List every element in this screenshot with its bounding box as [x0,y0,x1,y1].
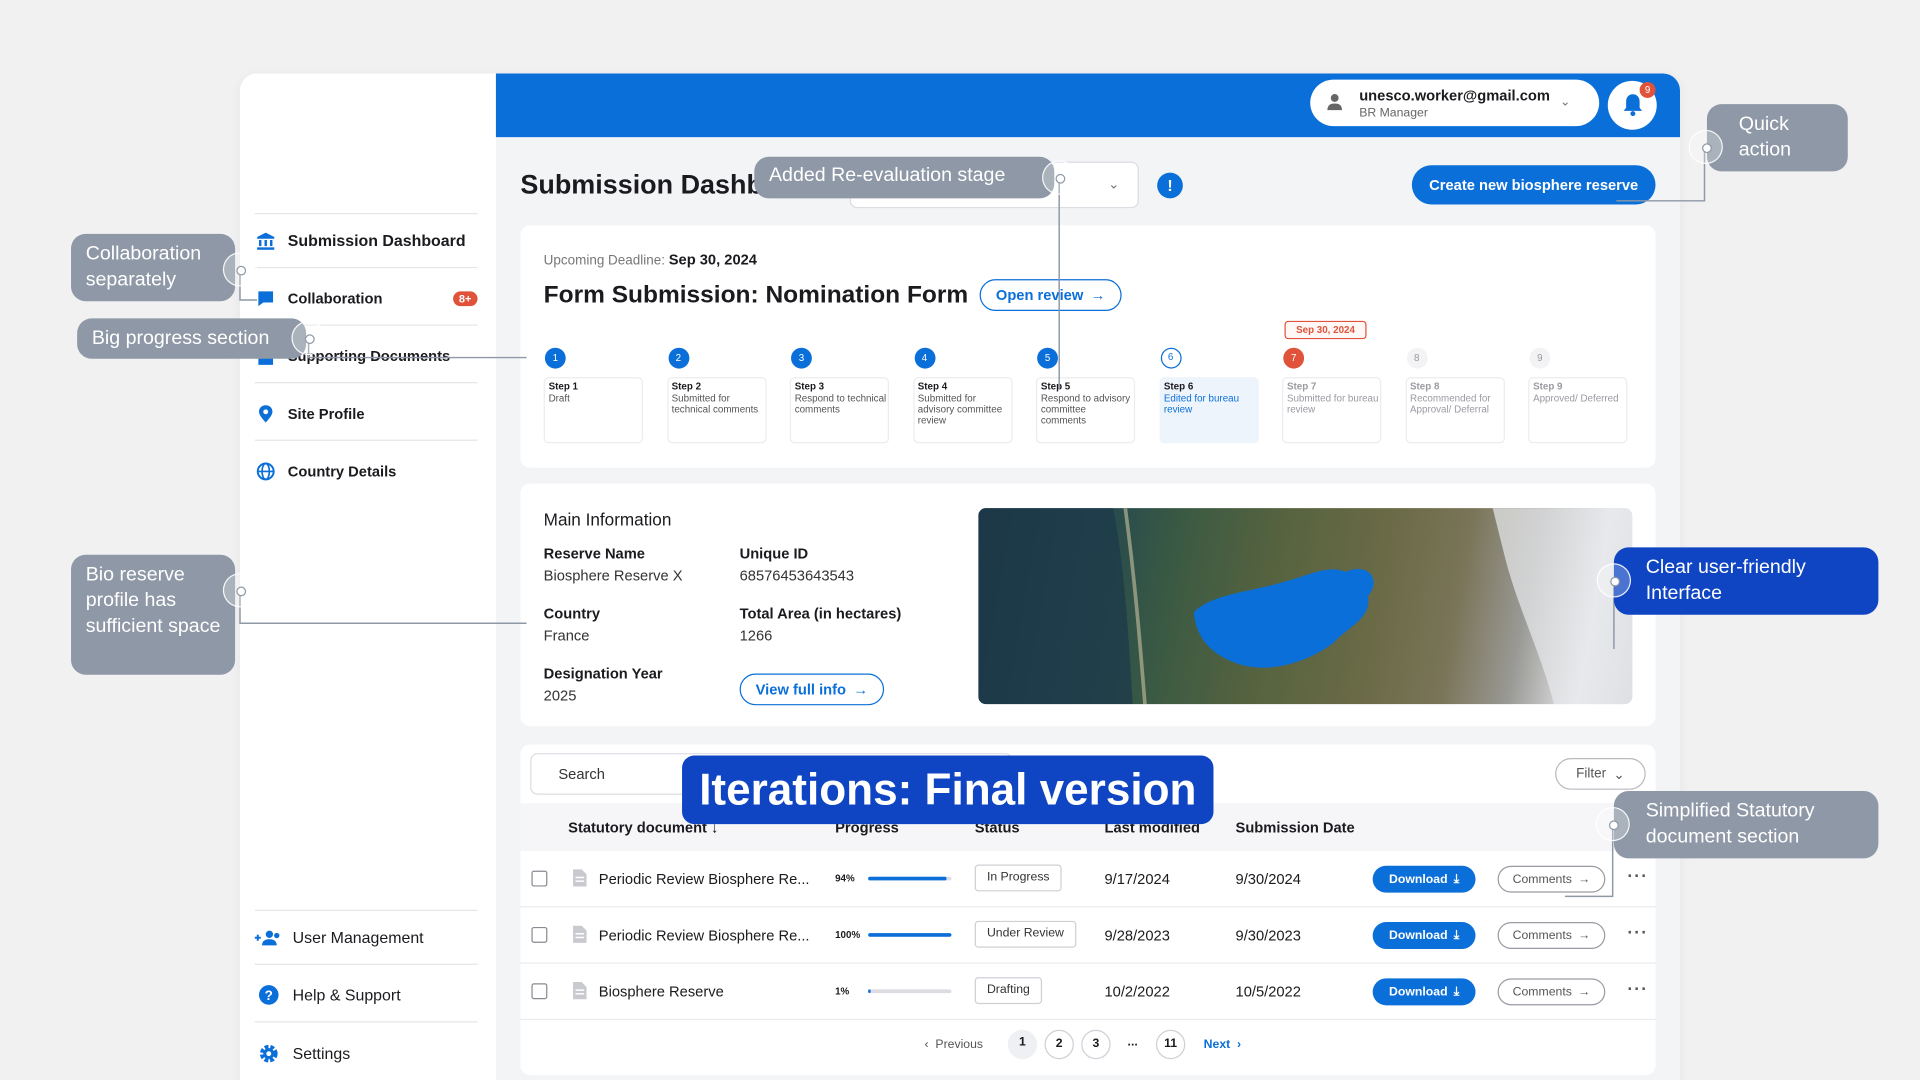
annotation-marker [1042,160,1077,195]
annotation-marker [291,320,326,356]
annotation-marker [1688,129,1723,165]
annotation-re-evaluation: Added Re-evaluation stage [754,156,1055,199]
presentation-stage: Submission Dashboard Collaboration 8+ Su… [0,0,1920,1080]
annotation-marker [222,252,258,287]
annotation-bio-profile: Bio reserve profile has sufficient space [71,554,236,675]
annotation-marker [222,573,258,608]
annotation-user-friendly: Clear user-friendly Interface [1613,547,1879,615]
annotation-statutory: Simplified Statutory document section [1613,791,1879,859]
annotation-progress-section: Big progress section [77,318,307,359]
annotation-quick-action: Quick action [1706,104,1848,172]
annotation-collaboration: Collaboration separately [71,233,236,302]
annotation-marker [1595,806,1630,842]
iterations-banner: Iterations: Final version [682,755,1214,825]
annotation-marker [1596,563,1632,598]
